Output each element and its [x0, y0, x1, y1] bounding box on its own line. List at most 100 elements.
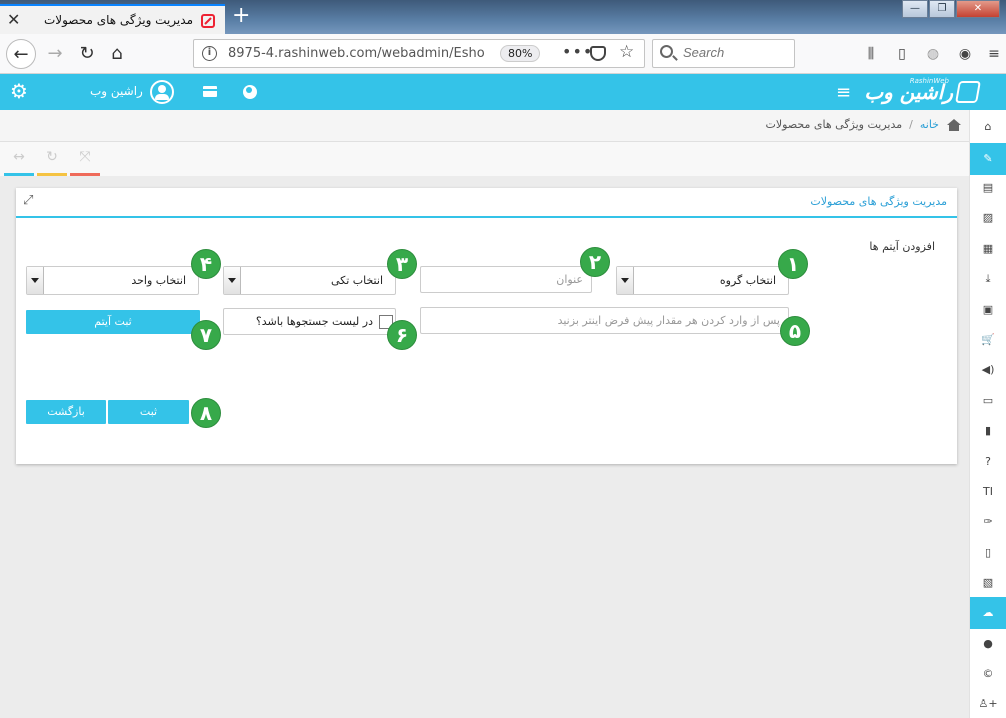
sidebar-add-user-icon[interactable]: ♙+: [970, 688, 1006, 718]
reload-button[interactable]: ↻: [72, 39, 102, 69]
new-tab-button[interactable]: +: [232, 3, 250, 28]
sidebar-text-icon[interactable]: TI: [970, 476, 1006, 508]
sidebar-users-icon[interactable]: ☁: [970, 597, 1006, 629]
card-icon[interactable]: [203, 86, 217, 97]
annotation-badge-2: ۲: [580, 247, 610, 277]
logo-mark-icon: [955, 81, 981, 103]
menu-icon[interactable]: ≡: [985, 46, 1003, 62]
sidebar-pin-icon[interactable]: ✑: [970, 506, 1006, 538]
sidebar-pencil-icon[interactable]: ✎: [970, 143, 1006, 175]
sidebar-document-icon[interactable]: ▦: [970, 233, 1006, 265]
site-favicon-icon: [201, 14, 215, 28]
page-actions-icon[interactable]: •••: [562, 42, 593, 61]
browser-search-bar[interactable]: [652, 39, 795, 68]
app-header: ⚙ راشین وب ≡ RashinWeb راشین وب: [0, 74, 1006, 110]
sidebar-megaphone-icon[interactable]: ◀): [970, 354, 1006, 386]
panel-tools: ↔ ↻ ⤧: [0, 142, 969, 176]
breadcrumb-home-link[interactable]: خانه: [920, 118, 939, 131]
search-list-option[interactable]: در لیست جستجوها باشد؟: [223, 308, 396, 335]
breadcrumb-bar: خانه / مدیریت ویژگی های محصولات: [0, 110, 969, 142]
browser-tab-bar: مدیریت ویژگی های محصولات ✕ + — ❐ ✕: [0, 0, 1006, 34]
group-select-value: انتخاب گروه: [719, 274, 776, 287]
unit-select-value: انتخاب واحد: [131, 274, 186, 287]
user-avatar-icon[interactable]: [150, 80, 174, 104]
fullscreen-icon[interactable]: ⤧: [70, 142, 100, 176]
sidebar-question-icon[interactable]: ?: [970, 446, 1006, 478]
site-info-icon[interactable]: i: [202, 46, 217, 61]
url-text[interactable]: 8975-4.rashinweb.com/webadmin/Esho: [228, 46, 498, 61]
sidebar-download-icon[interactable]: ⤓: [970, 263, 1006, 295]
tab-title: مدیریت ویژگی های محصولات: [43, 13, 193, 27]
annotation-badge-8: ۸: [191, 398, 221, 428]
breadcrumb-separator: /: [909, 118, 913, 131]
option-type-value: انتخاب تکی: [330, 274, 383, 287]
site-logo[interactable]: RashinWeb راشین وب: [864, 77, 981, 106]
window-controls: — ❐ ✕: [901, 0, 1000, 18]
unit-select[interactable]: انتخاب واحد: [26, 266, 199, 295]
breadcrumb-home-icon[interactable]: [947, 118, 961, 131]
sidebar-cart-icon[interactable]: 🛒: [970, 324, 1006, 356]
sidebar-monitor-icon[interactable]: ▭: [970, 385, 1006, 417]
add-item-button[interactable]: ثبت آیتم: [26, 310, 200, 334]
expand-icon[interactable]: ⤢: [23, 193, 33, 208]
search-icon: [660, 45, 673, 58]
feature-management-panel: مدیریت ویژگی های محصولات ⤢ افزودن آیتم ه…: [16, 188, 957, 464]
sidebar-list-icon[interactable]: ▤: [970, 172, 1006, 204]
chevron-down-icon[interactable]: [617, 267, 634, 294]
admin-sidebar: ⌂ ✎ ▤ ▨ ▦ ⤓ ▣ 🛒 ◀) ▭ ▮? TI ✑ ▯ ▧ ☁ ● © ♙+: [969, 110, 1006, 718]
annotation-badge-6: ۶: [387, 320, 417, 350]
sidebar-film-icon[interactable]: ▣: [970, 294, 1006, 326]
breadcrumb: خانه / مدیریت ویژگی های محصولات: [766, 118, 961, 131]
search-list-label: در لیست جستجوها باشد؟: [255, 315, 373, 328]
minimize-icon[interactable]: —: [902, 0, 928, 18]
annotation-badge-7: ۷: [191, 320, 221, 350]
annotation-badge-3: ۳: [387, 249, 417, 279]
section-label: افزودن آیتم ها: [869, 240, 935, 253]
panel-header: مدیریت ویژگی های محصولات ⤢: [16, 188, 957, 218]
refresh-icon[interactable]: ↻: [37, 142, 67, 176]
breadcrumb-current: مدیریت ویژگی های محصولات: [765, 118, 903, 131]
website-globe-icon[interactable]: [243, 85, 257, 99]
back-button-form[interactable]: بازگشت: [26, 400, 106, 424]
user-name[interactable]: راشین وب: [90, 84, 143, 98]
default-values-input[interactable]: [420, 307, 789, 334]
sidebar-user-icon[interactable]: ●: [970, 628, 1006, 660]
back-button[interactable]: ←: [6, 39, 36, 69]
pocket-icon[interactable]: [590, 46, 606, 61]
sidebar-file-icon[interactable]: ▯: [970, 537, 1006, 569]
chevron-down-icon[interactable]: [27, 267, 44, 294]
option-type-select[interactable]: انتخاب تکی: [223, 266, 396, 295]
sidebar-copyright-icon[interactable]: ©: [970, 658, 1006, 690]
url-bar[interactable]: i 8975-4.rashinweb.com/webadmin/Esho 80%…: [193, 39, 645, 68]
group-select[interactable]: انتخاب گروه: [616, 266, 789, 295]
tab-close-icon[interactable]: ✕: [7, 10, 20, 29]
browser-search-input[interactable]: [683, 45, 788, 60]
hamburger-menu-icon[interactable]: ≡: [836, 82, 851, 103]
resize-horizontal-icon[interactable]: ↔: [4, 142, 34, 176]
title-input[interactable]: [420, 266, 592, 293]
sidebar-image-icon[interactable]: ▨: [970, 202, 1006, 234]
sidebar-excel-icon[interactable]: ▧: [970, 567, 1006, 599]
chevron-down-icon[interactable]: [224, 267, 241, 294]
forward-button[interactable]: →: [40, 39, 70, 69]
window-close-icon[interactable]: ✕: [956, 0, 1000, 18]
panel-title: مدیریت ویژگی های محصولات: [810, 195, 947, 208]
browser-nav-bar: ← → ↻ ⌂ i 8975-4.rashinweb.com/webadmin/…: [0, 34, 1006, 74]
sidebar-home-icon[interactable]: ⌂: [970, 111, 1006, 143]
submit-button[interactable]: ثبت: [108, 400, 189, 424]
globe-addon-icon[interactable]: ◍: [924, 46, 942, 62]
settings-gear-icon[interactable]: ⚙: [10, 81, 28, 101]
library-icon[interactable]: ⫼: [862, 46, 880, 62]
sidebar-toggle-icon[interactable]: ▯: [893, 46, 911, 62]
bookmark-star-icon[interactable]: ☆: [619, 42, 634, 62]
home-button[interactable]: ⌂: [102, 39, 132, 69]
logo-text: راشین وب: [864, 80, 953, 104]
zoom-indicator[interactable]: 80%: [500, 45, 541, 62]
annotation-badge-4: ۴: [191, 249, 221, 279]
account-icon[interactable]: ◉: [956, 46, 974, 62]
browser-tab[interactable]: مدیریت ویژگی های محصولات ✕: [0, 4, 225, 34]
sidebar-book-icon[interactable]: ▮: [970, 415, 1006, 447]
annotation-badge-1: ۱: [778, 249, 808, 279]
annotation-badge-5: ۵: [780, 316, 810, 346]
restore-icon[interactable]: ❐: [929, 0, 955, 18]
